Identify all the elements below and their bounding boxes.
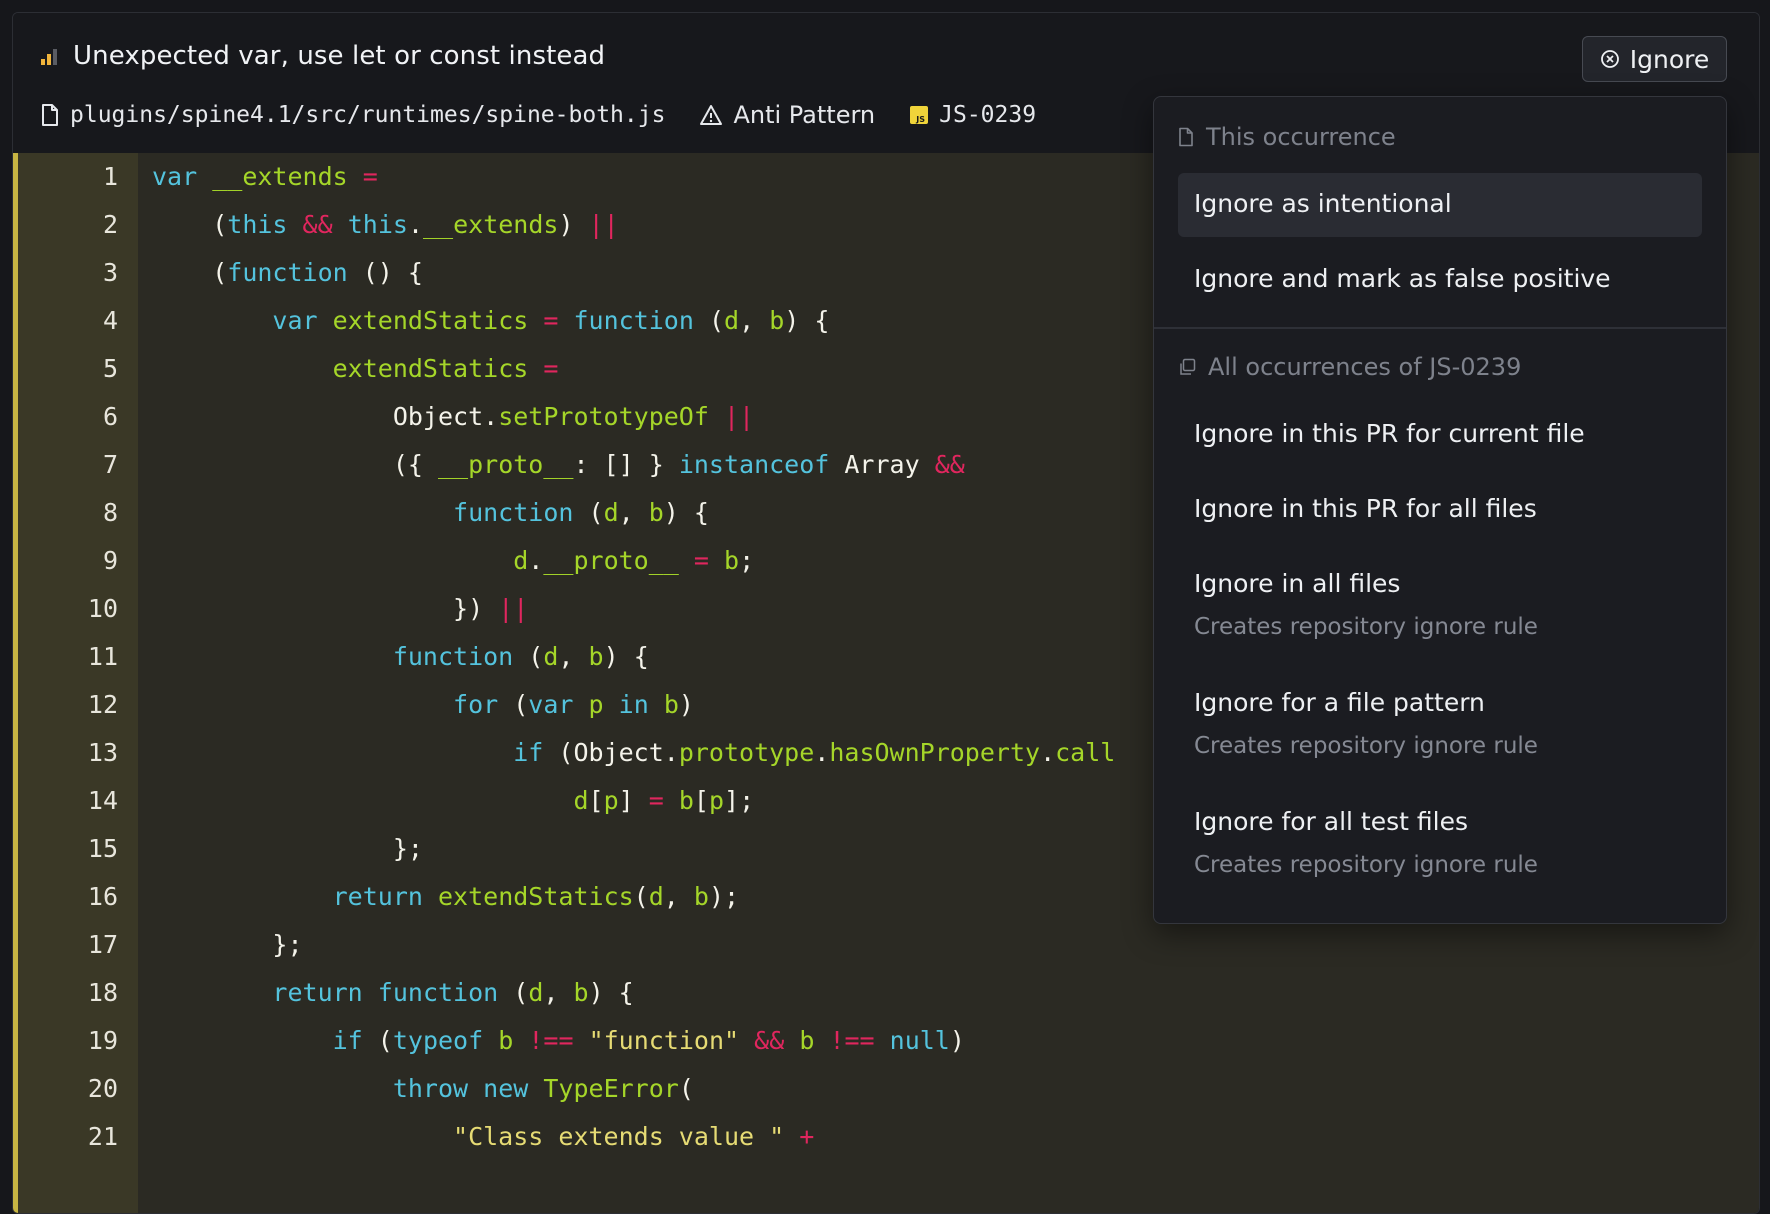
issue-code: JS-0239 (939, 102, 1037, 128)
menu-item-ignore-pr-current-file[interactable]: Ignore in this PR for current file (1178, 403, 1702, 467)
section-header-all-occurrences: All occurrences of JS-0239 (1178, 353, 1521, 381)
copy-files-icon (1180, 358, 1196, 375)
ignore-button[interactable]: Ignore (1582, 36, 1727, 82)
code-text: ({ __proto__: [] } instanceof Array && (152, 450, 965, 479)
javascript-icon: JS (910, 106, 929, 124)
line-number: 5 (102, 354, 118, 383)
issue-title: Unexpected var, use let or const instead (73, 41, 606, 71)
code-text: if (Object.prototype.hasOwnProperty.call (513, 738, 1116, 767)
code-text: for (var p in b) (453, 690, 694, 719)
line-number: 15 (87, 834, 118, 863)
menu-item-ignore-pr-all-files[interactable]: Ignore in this PR for all files (1178, 478, 1702, 542)
code-text: }) || (152, 594, 529, 623)
code-line: 18 return function (d, b) { (13, 969, 1759, 1017)
code-line: 20 throw new TypeError( (13, 1065, 1759, 1113)
line-number: 6 (102, 402, 118, 431)
line-number: 13 (87, 738, 118, 767)
line-number: 3 (102, 258, 118, 287)
menu-item-ignore-all-files[interactable]: Ignore in all files Creates repository i… (1178, 553, 1702, 657)
line-number: 16 (87, 882, 118, 911)
section-header-this-occurrence: This occurrence (1178, 123, 1396, 151)
line-number: 17 (87, 930, 118, 959)
menu-item-ignore-intentional[interactable]: Ignore as intentional (1178, 173, 1702, 237)
line-number: 20 (87, 1074, 118, 1103)
line-number: 2 (102, 210, 118, 239)
line-number: 14 (87, 786, 118, 815)
line-number: 21 (87, 1122, 118, 1151)
code-text: function (d, b) { (453, 498, 709, 527)
menu-item-ignore-file-pattern[interactable]: Ignore for a file pattern Creates reposi… (1178, 672, 1702, 776)
code-text: function (d, b) { (392, 642, 649, 671)
code-text: if (typeof b !== "function" && b !== nul… (332, 1026, 965, 1055)
line-number: 1 (102, 162, 118, 191)
line-number: 8 (102, 498, 118, 527)
file-path-meta[interactable]: plugins/spine4.1/src/runtimes/spine-both… (40, 102, 665, 128)
code-text: (function () { (152, 258, 423, 287)
code-line: 17 }; (13, 921, 1759, 969)
issue-code-meta: JS JS-0239 (909, 102, 1036, 128)
svg-text:JS: JS (915, 115, 925, 124)
code-text: }; (152, 834, 423, 863)
menu-divider (1154, 327, 1726, 329)
line-number: 19 (87, 1026, 118, 1055)
category-meta: Anti Pattern (699, 101, 875, 129)
code-text: (this && this.__extends) || (152, 210, 619, 239)
close-circle-icon (1600, 50, 1619, 68)
severity-bars-icon (41, 49, 57, 65)
warning-triangle-icon (700, 105, 723, 125)
line-number: 11 (87, 642, 118, 671)
issue-meta: plugins/spine4.1/src/runtimes/spine-both… (40, 95, 1070, 135)
code-line: 19 if (typeof b !== "function" && b !== … (13, 1017, 1759, 1065)
code-text: "Class extends value " + (453, 1122, 815, 1151)
line-number: 4 (102, 306, 118, 335)
code-text: d[p] = b[p]; (573, 786, 755, 815)
line-number: 7 (102, 450, 118, 479)
file-path: plugins/spine4.1/src/runtimes/spine-both… (70, 102, 666, 128)
code-text: throw new TypeError( (392, 1074, 694, 1103)
code-text: return function (d, b) { (272, 978, 634, 1007)
code-text: Object.setPrototypeOf || (152, 402, 755, 431)
code-text: extendStatics = (332, 354, 559, 383)
code-line: 21 "Class extends value " + (13, 1113, 1759, 1161)
menu-item-ignore-false-positive[interactable]: Ignore and mark as false positive (1178, 248, 1702, 312)
line-number: 18 (87, 978, 118, 1007)
menu-item-ignore-test-files[interactable]: Ignore for all test files Creates reposi… (1178, 791, 1702, 895)
category-label: Anti Pattern (733, 101, 876, 129)
file-icon (1179, 127, 1193, 147)
code-text: }; (152, 930, 303, 959)
ignore-dropdown-menu: This occurrence Ignore as intentional Ig… (1153, 96, 1727, 924)
file-icon (42, 104, 58, 126)
line-number: 12 (87, 690, 118, 719)
line-number: 9 (102, 546, 118, 575)
code-text: return extendStatics(d, b); (332, 882, 740, 911)
code-text: var extendStatics = function (d, b) { (272, 306, 830, 335)
line-number: 10 (87, 594, 118, 623)
ignore-button-label: Ignore (1629, 44, 1710, 74)
code-text: var __extends = (152, 162, 378, 191)
code-text: d.__proto__ = b; (513, 546, 755, 575)
